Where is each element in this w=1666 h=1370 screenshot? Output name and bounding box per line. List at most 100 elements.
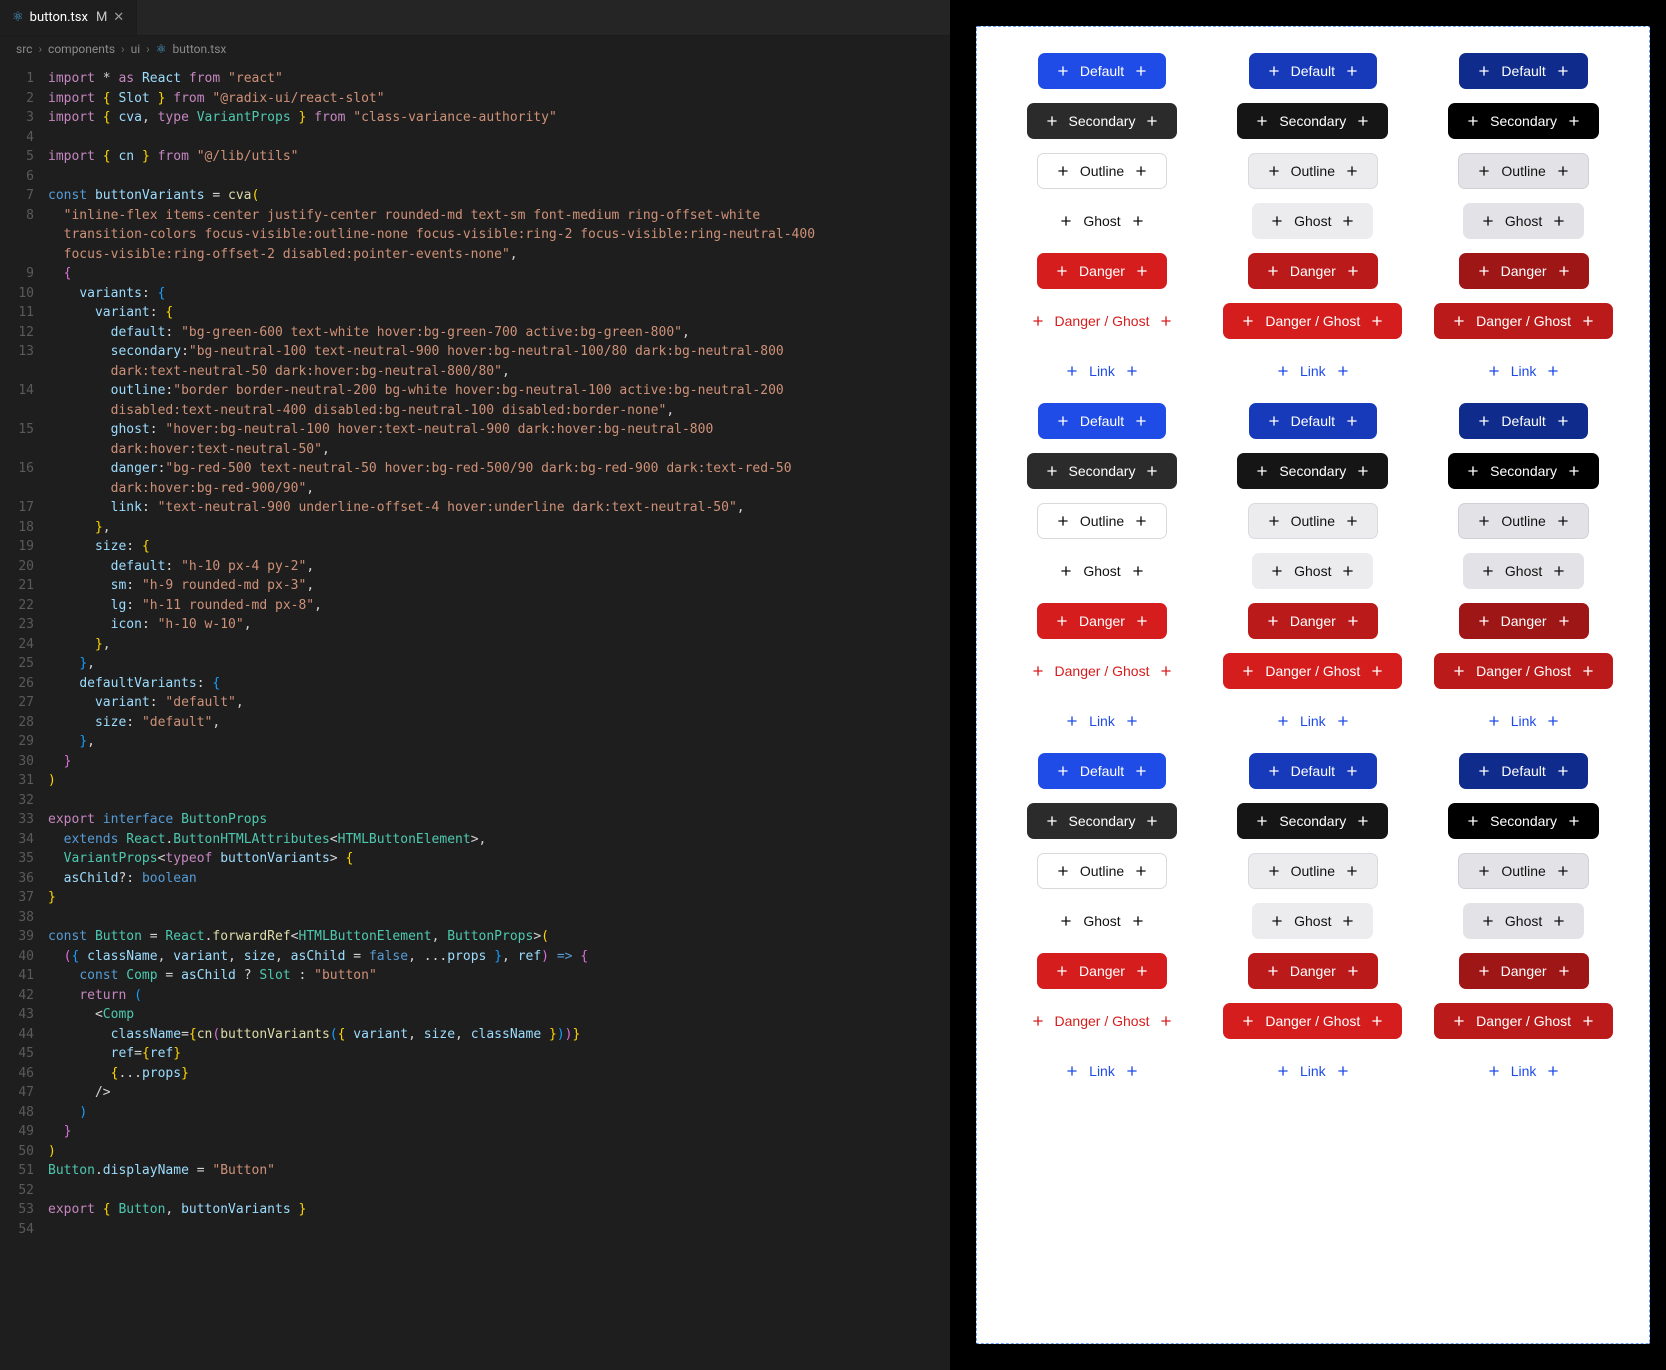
code-line[interactable]: 53export { Button, buttonVariants } (0, 1200, 950, 1220)
code-line[interactable]: 15 ghost: "hover:bg-neutral-100 hover:te… (0, 420, 950, 440)
preview-button-outline[interactable]: Outline (1037, 503, 1167, 539)
preview-button-default[interactable]: Default (1038, 403, 1166, 439)
code-line[interactable]: 47 /> (0, 1083, 950, 1103)
code-line[interactable]: 41 const Comp = asChild ? Slot : "button… (0, 966, 950, 986)
code-line[interactable]: 48 ) (0, 1103, 950, 1123)
code-line[interactable]: 51Button.displayName = "Button" (0, 1161, 950, 1181)
preview-button-secondary[interactable]: Secondary (1027, 453, 1178, 489)
preview-button-danger[interactable]: Danger (1248, 953, 1378, 989)
code-line[interactable]: 11 variant: { (0, 303, 950, 323)
preview-button-link[interactable]: Link (1469, 703, 1579, 739)
preview-button-ghost[interactable]: Ghost (1041, 903, 1162, 939)
code-line[interactable]: 12 default: "bg-green-600 text-white hov… (0, 323, 950, 343)
editor-tab-button-tsx[interactable]: ⚛ button.tsx M ✕ (0, 0, 137, 35)
code-line[interactable]: 29 }, (0, 732, 950, 752)
code-line[interactable]: 27 variant: "default", (0, 693, 950, 713)
code-line[interactable]: dark:hover:bg-red-900/90", (0, 479, 950, 499)
code-line[interactable]: 21 sm: "h-9 rounded-md px-3", (0, 576, 950, 596)
preview-button-outline[interactable]: Outline (1458, 153, 1588, 189)
preview-button-ghost[interactable]: Ghost (1041, 203, 1162, 239)
code-line[interactable]: 13 secondary:"bg-neutral-100 text-neutra… (0, 342, 950, 362)
code-line[interactable]: 39const Button = React.forwardRef<HTMLBu… (0, 927, 950, 947)
preview-button-secondary[interactable]: Secondary (1448, 453, 1599, 489)
code-line[interactable]: 16 danger:"bg-red-500 text-neutral-50 ho… (0, 459, 950, 479)
preview-button-default[interactable]: Default (1249, 53, 1377, 89)
preview-button-outline[interactable]: Outline (1037, 853, 1167, 889)
preview-button-default[interactable]: Default (1459, 53, 1587, 89)
code-line[interactable]: 25 }, (0, 654, 950, 674)
preview-button-dangerghost[interactable]: Danger / Ghost (1013, 303, 1192, 339)
breadcrumb-seg[interactable]: components (48, 42, 115, 56)
breadcrumb-seg[interactable]: src (16, 42, 32, 56)
code-line[interactable]: 52 (0, 1181, 950, 1201)
code-line[interactable]: 43 <Comp (0, 1005, 950, 1025)
preview-button-ghost[interactable]: Ghost (1252, 903, 1373, 939)
preview-button-default[interactable]: Default (1249, 753, 1377, 789)
preview-button-link[interactable]: Link (1047, 703, 1157, 739)
preview-button-outline[interactable]: Outline (1037, 153, 1167, 189)
code-line[interactable]: 9 { (0, 264, 950, 284)
preview-button-ghost[interactable]: Ghost (1463, 903, 1584, 939)
preview-button-dangerghost[interactable]: Danger / Ghost (1434, 1003, 1613, 1039)
code-line[interactable]: 8 "inline-flex items-center justify-cent… (0, 206, 950, 226)
code-line[interactable]: 18 }, (0, 518, 950, 538)
preview-button-danger[interactable]: Danger (1037, 603, 1167, 639)
preview-button-default[interactable]: Default (1038, 753, 1166, 789)
code-line[interactable]: transition-colors focus-visible:outline-… (0, 225, 950, 245)
preview-button-outline[interactable]: Outline (1458, 853, 1588, 889)
code-line[interactable]: 7const buttonVariants = cva( (0, 186, 950, 206)
code-line[interactable]: 2import { Slot } from "@radix-ui/react-s… (0, 89, 950, 109)
preview-button-secondary[interactable]: Secondary (1027, 103, 1178, 139)
preview-button-danger[interactable]: Danger (1459, 953, 1589, 989)
code-line[interactable]: 17 link: "text-neutral-900 underline-off… (0, 498, 950, 518)
preview-button-link[interactable]: Link (1258, 1053, 1368, 1089)
code-line[interactable]: 23 icon: "h-10 w-10", (0, 615, 950, 635)
code-line[interactable]: 49 } (0, 1122, 950, 1142)
code-line[interactable]: 22 lg: "h-11 rounded-md px-8", (0, 596, 950, 616)
preview-button-outline[interactable]: Outline (1248, 503, 1378, 539)
preview-button-secondary[interactable]: Secondary (1448, 803, 1599, 839)
preview-button-outline[interactable]: Outline (1248, 853, 1378, 889)
code-line[interactable]: 33export interface ButtonProps (0, 810, 950, 830)
code-line[interactable]: 10 variants: { (0, 284, 950, 304)
code-line[interactable]: 37} (0, 888, 950, 908)
preview-button-link[interactable]: Link (1469, 1053, 1579, 1089)
preview-button-link[interactable]: Link (1047, 1053, 1157, 1089)
preview-button-link[interactable]: Link (1469, 353, 1579, 389)
editor-body[interactable]: 1import * as React from "react"2import {… (0, 63, 950, 1370)
preview-button-dangerghost[interactable]: Danger / Ghost (1013, 1003, 1192, 1039)
preview-button-dangerghost[interactable]: Danger / Ghost (1434, 653, 1613, 689)
preview-button-dangerghost[interactable]: Danger / Ghost (1223, 653, 1402, 689)
code-line[interactable]: 35 VariantProps<typeof buttonVariants> { (0, 849, 950, 869)
code-line[interactable]: 3import { cva, type VariantProps } from … (0, 108, 950, 128)
close-icon[interactable]: ✕ (113, 10, 124, 25)
code-line[interactable]: 26 defaultVariants: { (0, 674, 950, 694)
preview-button-secondary[interactable]: Secondary (1448, 103, 1599, 139)
preview-button-dangerghost[interactable]: Danger / Ghost (1223, 1003, 1402, 1039)
preview-button-outline[interactable]: Outline (1248, 153, 1378, 189)
code-line[interactable]: 20 default: "h-10 px-4 py-2", (0, 557, 950, 577)
preview-button-secondary[interactable]: Secondary (1237, 103, 1388, 139)
code-line[interactable]: 50) (0, 1142, 950, 1162)
code-line[interactable]: 28 size: "default", (0, 713, 950, 733)
code-line[interactable]: 6 (0, 167, 950, 187)
preview-button-outline[interactable]: Outline (1458, 503, 1588, 539)
preview-button-dangerghost[interactable]: Danger / Ghost (1223, 303, 1402, 339)
preview-button-danger[interactable]: Danger (1459, 253, 1589, 289)
preview-button-ghost[interactable]: Ghost (1463, 203, 1584, 239)
breadcrumb-seg[interactable]: button.tsx (173, 42, 227, 56)
code-line[interactable]: 36 asChild?: boolean (0, 869, 950, 889)
preview-button-secondary[interactable]: Secondary (1237, 803, 1388, 839)
preview-button-ghost[interactable]: Ghost (1041, 553, 1162, 589)
code-line[interactable]: 31) (0, 771, 950, 791)
preview-button-default[interactable]: Default (1038, 53, 1166, 89)
code-line[interactable]: 46 {...props} (0, 1064, 950, 1084)
preview-button-ghost[interactable]: Ghost (1252, 553, 1373, 589)
code-line[interactable]: dark:text-neutral-50 dark:hover:bg-neutr… (0, 362, 950, 382)
preview-button-ghost[interactable]: Ghost (1463, 553, 1584, 589)
code-line[interactable]: 4 (0, 128, 950, 148)
code-line[interactable]: 1import * as React from "react" (0, 69, 950, 89)
preview-button-link[interactable]: Link (1258, 353, 1368, 389)
code-line[interactable]: dark:hover:text-neutral-50", (0, 440, 950, 460)
code-line[interactable]: 40 ({ className, variant, size, asChild … (0, 947, 950, 967)
